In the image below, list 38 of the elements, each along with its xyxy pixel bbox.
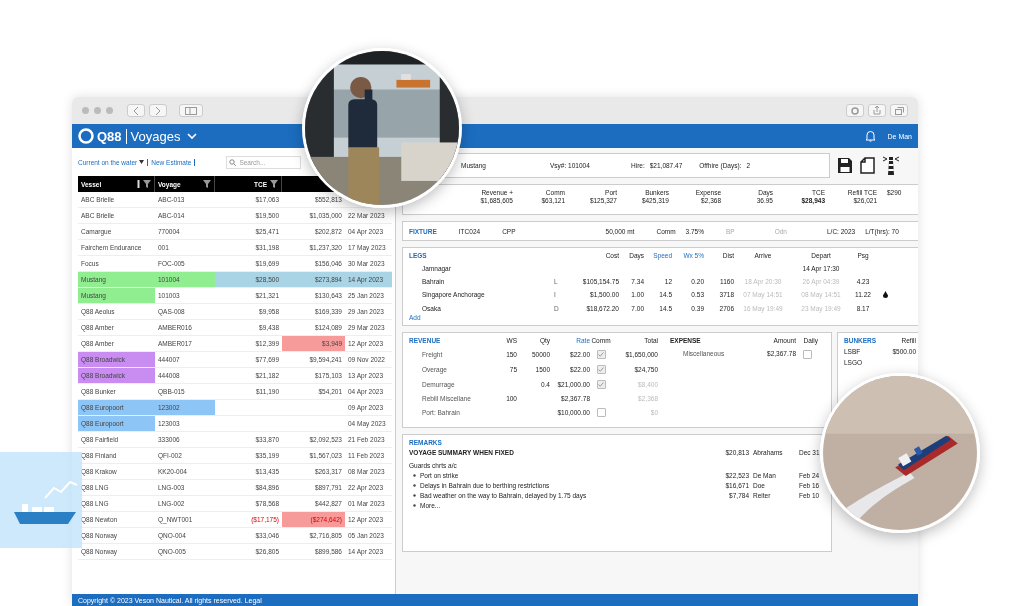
line-chart-icon [44,478,78,500]
filter-icon[interactable] [203,180,211,188]
bullet-icon [413,474,416,477]
drop-icon [883,291,888,298]
lighthouse-icon[interactable] [882,155,900,176]
comm-checkbox[interactable] [596,408,606,417]
comm-checkbox[interactable] [596,365,606,374]
comm-checkbox[interactable] [596,350,606,359]
chevron-down-icon[interactable] [187,132,198,140]
share-icon [873,106,881,115]
bell-icon[interactable] [865,130,877,142]
sidebar-icon [185,106,197,115]
bullet-icon [413,504,416,507]
brand-name: Q88 [97,128,122,144]
tabs-button[interactable] [890,104,908,117]
logo-icon [78,128,94,144]
filter-icon[interactable] [143,180,151,188]
extensions-button[interactable] [846,104,864,117]
back-icon [133,106,139,115]
window-controls-icon[interactable] [82,107,113,114]
back-button[interactable] [127,104,145,117]
caret-icon [139,160,145,164]
gear-icon [851,106,859,115]
bullet-icon [413,494,416,497]
search-icon [229,158,237,166]
new-document-icon[interactable] [860,157,875,174]
daily-checkbox[interactable] [802,350,812,359]
comm-checkbox[interactable] [596,380,606,389]
sort-icon[interactable] [137,180,140,188]
sidebar-button[interactable] [179,104,203,117]
tabs-icon [894,106,904,115]
forward-button[interactable] [149,104,167,117]
forward-icon [155,106,161,115]
bullet-icon [413,484,416,487]
share-button[interactable] [868,104,886,117]
save-icon[interactable] [837,157,853,174]
filter-icon[interactable] [270,180,278,188]
app-title[interactable]: Voyages [130,128,181,144]
